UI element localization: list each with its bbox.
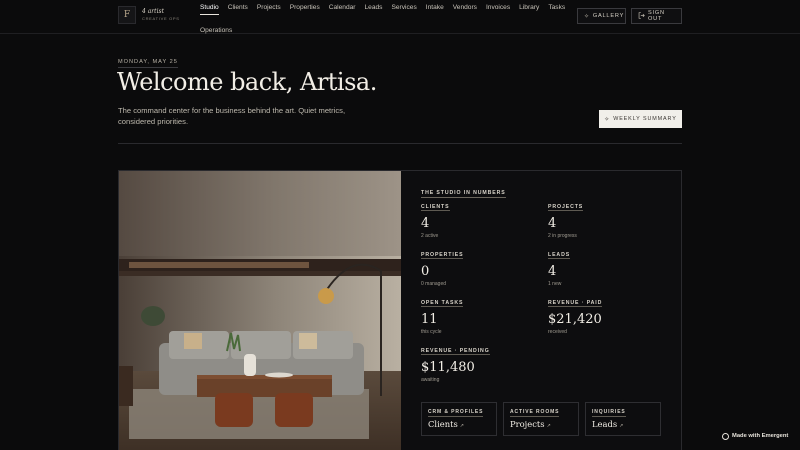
sparkle-icon: ✧: [604, 116, 611, 123]
studio-panel: THE STUDIO IN NUMBERS CLIENTS 4 2 active…: [118, 170, 682, 450]
stat-projects-value: 4: [548, 216, 557, 231]
quick-link-text: Clients: [428, 419, 458, 429]
brand-mark: F: [118, 6, 136, 24]
arrow-up-right-icon: ↗: [546, 423, 551, 429]
stat-projects-label: PROJECTS: [548, 204, 584, 211]
nav-item-properties[interactable]: Properties: [290, 3, 320, 15]
nav-item-services[interactable]: Services: [391, 3, 416, 15]
page-title: Welcome back, Artisa.: [117, 68, 377, 96]
nav-item-leads[interactable]: Leads: [365, 3, 383, 15]
nav-item-studio[interactable]: Studio: [200, 3, 219, 15]
quick-link-label: CRM & PROFILES: [428, 409, 484, 417]
stat-revenue-pending-label: REVENUE · PENDING: [421, 348, 490, 355]
studio-stats: THE STUDIO IN NUMBERS CLIENTS 4 2 active…: [401, 171, 683, 450]
emergent-logo-icon: [722, 432, 729, 440]
stat-clients-label: CLIENTS: [421, 204, 450, 211]
stat-properties-value: 0: [421, 264, 430, 279]
sign-out-button[interactable]: SIGN OUT: [631, 8, 682, 24]
gallery-button[interactable]: ✧ GALLERY: [577, 8, 626, 24]
stats-heading: THE STUDIO IN NUMBERS: [421, 190, 506, 198]
quick-link-projects[interactable]: ACTIVE ROOMS Projects ↗: [503, 402, 579, 436]
nav-item-library[interactable]: Library: [519, 3, 539, 15]
stat-clients-value: 4: [421, 216, 430, 231]
quick-link-label: INQUIRIES: [592, 409, 626, 417]
nav-item-tasks[interactable]: Tasks: [548, 3, 565, 15]
gallery-button-label: GALLERY: [592, 13, 625, 19]
current-date: MONDAY, MAY 25: [118, 59, 178, 68]
stat-open-tasks-label: OPEN TASKS: [421, 300, 464, 307]
brand-name: 4 artist: [142, 8, 164, 15]
quick-link-value: Projects ↗: [510, 419, 551, 429]
page-subtitle: The command center for the business behi…: [118, 106, 346, 126]
stat-open-tasks-note: this cycle: [421, 329, 442, 335]
living-room-photo: [119, 171, 401, 450]
quick-link-leads[interactable]: INQUIRIES Leads ↗: [585, 402, 661, 436]
section-divider: [118, 143, 682, 144]
main-nav: Studio Clients Projects Properties Calen…: [200, 3, 570, 35]
stat-clients-note: 2 active: [421, 233, 439, 239]
stat-revenue-paid-note: received: [548, 329, 567, 335]
stat-revenue-pending-value: $11,480: [421, 360, 475, 375]
stat-leads-note: 1 new: [548, 281, 562, 287]
arrow-up-right-icon: ↗: [619, 423, 624, 429]
nav-item-clients[interactable]: Clients: [228, 3, 248, 15]
nav-item-projects[interactable]: Projects: [257, 3, 281, 15]
quick-link-text: Projects: [510, 419, 545, 429]
stat-revenue-paid-value: $21,420: [548, 312, 602, 327]
nav-item-operations[interactable]: Operations: [200, 26, 232, 35]
stat-leads-label: LEADS: [548, 252, 571, 259]
badge-label: Made with Emergent: [732, 433, 789, 439]
sign-out-button-label: SIGN OUT: [648, 10, 665, 22]
quick-link-clients[interactable]: CRM & PROFILES Clients ↗: [421, 402, 497, 436]
nav-item-calendar[interactable]: Calendar: [329, 3, 356, 15]
quick-link-value: Clients ↗: [428, 419, 464, 429]
made-with-emergent-badge[interactable]: Made with Emergent: [722, 430, 788, 442]
sparkle-icon: ✧: [584, 13, 590, 20]
quick-link-label: ACTIVE ROOMS: [510, 409, 560, 417]
stat-projects-note: 2 in progress: [548, 233, 577, 239]
logout-icon: [638, 11, 645, 21]
top-bar: F 4 artist CREATIVE OPS Studio Clients P…: [0, 0, 800, 34]
stat-properties-label: PROPERTIES: [421, 252, 464, 259]
nav-item-intake[interactable]: Intake: [426, 3, 444, 15]
arrow-up-right-icon: ↗: [459, 423, 464, 429]
weekly-summary-button[interactable]: ✧ WEEKLY SUMMARY: [599, 110, 682, 128]
stat-leads-value: 4: [548, 264, 557, 279]
quick-link-text: Leads: [592, 419, 618, 429]
stat-revenue-paid-label: REVENUE · PAID: [548, 300, 603, 307]
nav-item-vendors[interactable]: Vendors: [453, 3, 477, 15]
nav-item-invoices[interactable]: Invoices: [486, 3, 510, 15]
brand-logo[interactable]: F 4 artist CREATIVE OPS: [118, 6, 180, 24]
brand-text: 4 artist CREATIVE OPS: [142, 9, 180, 21]
quick-link-value: Leads ↗: [592, 419, 623, 429]
weekly-summary-label: WEEKLY SUMMARY: [613, 116, 677, 122]
stat-properties-note: 0 managed: [421, 281, 447, 287]
brand-subtitle: CREATIVE OPS: [142, 16, 180, 21]
stat-revenue-pending-note: awaiting: [421, 377, 440, 383]
stat-open-tasks-value: 11: [421, 312, 438, 327]
